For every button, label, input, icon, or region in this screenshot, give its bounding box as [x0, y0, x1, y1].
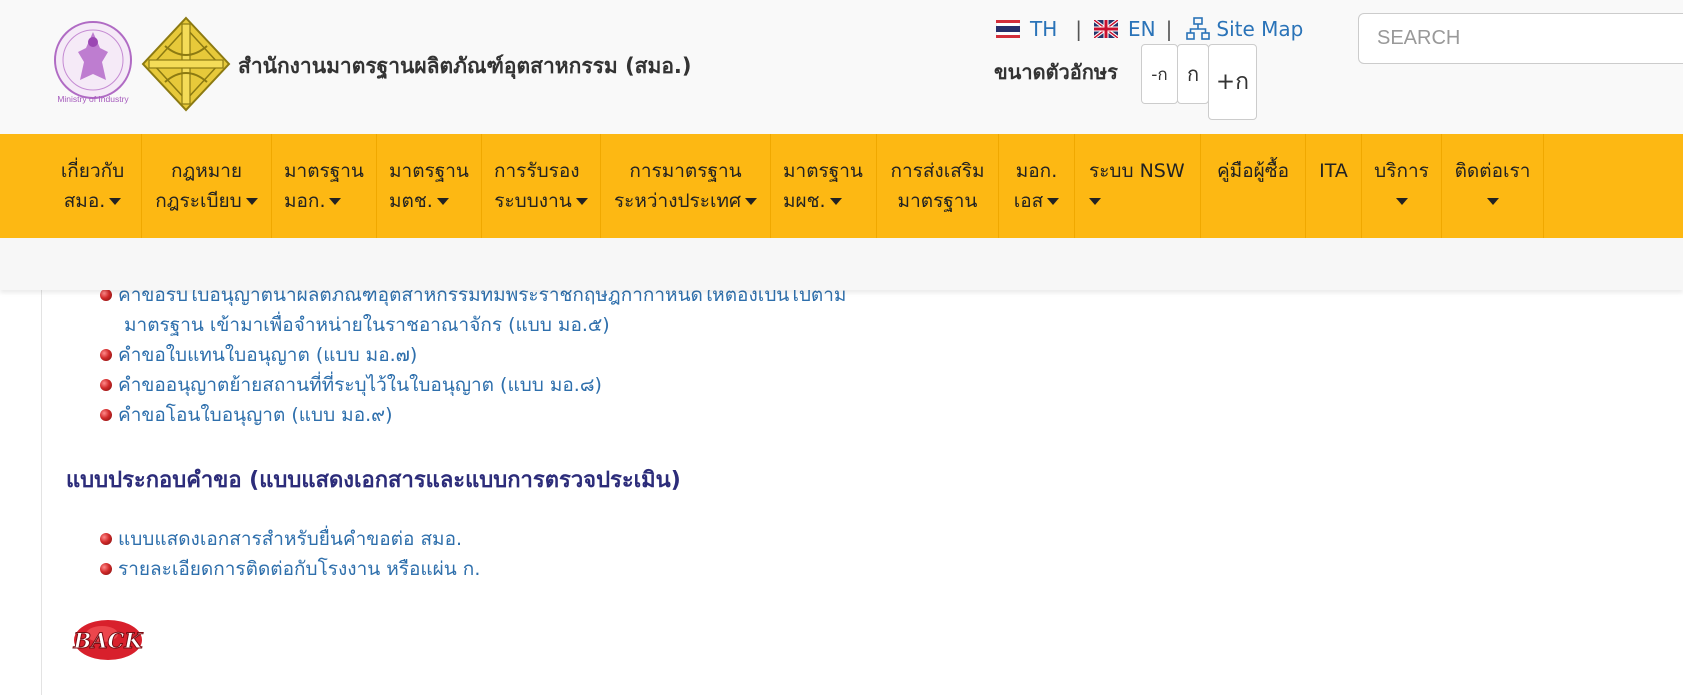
nav-item-ita[interactable]: ITA — [1306, 134, 1362, 238]
content-border — [41, 290, 42, 695]
font-size-increase-button[interactable]: +ก — [1208, 44, 1257, 120]
nav-item-law[interactable]: กฎหมาย กฎระเบียบ — [142, 134, 272, 238]
list-item[interactable]: คำขอใบแทนใบอนุญาต (แบบ มอ.๗) — [100, 340, 846, 370]
caret-down-icon — [109, 198, 122, 205]
list-item[interactable]: รายละเอียดการติดต่อกับโรงงาน หรือแผ่น ก. — [100, 554, 480, 584]
caret-down-icon — [1395, 198, 1408, 205]
main-navigation: เกี่ยวกับ สมอ. กฎหมาย กฎระเบียบ มาตรฐาน … — [0, 134, 1683, 238]
lang-th-link[interactable]: TH — [1030, 17, 1057, 41]
form-link[interactable]: คำขอใบแทนใบอนุญาต (แบบ มอ.๗) — [118, 344, 417, 366]
bullet-icon — [100, 289, 112, 301]
caret-down-icon — [329, 198, 342, 205]
svg-text:BACK: BACK — [72, 628, 143, 653]
caret-down-icon — [245, 198, 258, 205]
nav-item-tis-s[interactable]: มอก. เอส — [999, 134, 1075, 238]
font-size-decrease-button[interactable]: -ก — [1141, 44, 1178, 104]
thai-flag-icon[interactable] — [996, 20, 1020, 38]
form-link[interactable]: คำขออนุญาตย้ายสถานที่ที่ระบุไว้ในใบอนุญา… — [118, 374, 602, 396]
font-size-label: ขนาดตัวอักษร — [994, 60, 1118, 84]
back-button[interactable]: BACK — [72, 618, 144, 662]
list-item[interactable]: คำขอโอนใบอนุญาต (แบบ มอ.๙) — [100, 400, 846, 430]
bullet-icon — [100, 533, 112, 545]
sub-navigation-bar — [0, 238, 1683, 290]
bullet-icon — [100, 349, 112, 361]
form-link[interactable]: รายละเอียดการติดต่อกับโรงงาน หรือแผ่น ก. — [118, 558, 480, 580]
nav-item-tcs-standard[interactable]: มาตรฐาน มตช. — [377, 134, 482, 238]
nav-item-accreditation[interactable]: การรับรอง ระบบงาน — [482, 134, 601, 238]
nav-item-about[interactable]: เกี่ยวกับ สมอ. — [44, 134, 142, 238]
caret-down-icon — [829, 198, 842, 205]
supporting-forms-list: แบบแสดงเอกสารสำหรับยื่นคำขอต่อ สมอ. รายล… — [100, 524, 480, 584]
list-item[interactable]: คำขออนุญาตย้ายสถานที่ที่ระบุไว้ในใบอนุญา… — [100, 370, 846, 400]
caret-down-icon — [1089, 198, 1101, 205]
uk-flag-icon[interactable] — [1094, 20, 1119, 38]
site-header: Ministry of Industry สำนักงานมาตรฐานผลิต… — [0, 0, 1683, 134]
list-item[interactable]: แบบแสดงเอกสารสำหรับยื่นคำขอต่อ สมอ. — [100, 524, 480, 554]
caret-down-icon — [1047, 198, 1060, 205]
svg-text:Ministry of Industry: Ministry of Industry — [57, 94, 129, 104]
lang-en-link[interactable]: EN — [1128, 17, 1156, 41]
ministry-of-industry-logo[interactable]: Ministry of Industry — [50, 18, 136, 106]
tisi-logo[interactable] — [141, 16, 231, 112]
lang-separator: | — [1165, 17, 1173, 41]
nav-item-tis-standard[interactable]: มาตรฐาน มอก. — [272, 134, 377, 238]
caret-down-icon — [1486, 198, 1499, 205]
organization-name: สำนักงานมาตรฐานผลิตภัณฑ์อุตสาหกรรม (สมอ.… — [238, 54, 692, 78]
caret-down-icon — [575, 198, 588, 205]
caret-down-icon — [436, 198, 449, 205]
sitemap-icon[interactable] — [1186, 17, 1211, 41]
nav-item-contact[interactable]: ติดต่อเรา — [1442, 134, 1544, 238]
nav-item-international-standard[interactable]: การมาตรฐาน ระหว่างประเทศ — [601, 134, 771, 238]
lang-separator: | — [1075, 17, 1083, 41]
nav-item-buyer-guide[interactable]: คู่มือผู้ซื้อ — [1201, 134, 1306, 238]
section-title: แบบประกอบคำขอ (แบบแสดงเอกสารและแบบการตรว… — [66, 468, 681, 493]
nav-item-standard-promotion[interactable]: การส่งเสริม มาตรฐาน — [877, 134, 999, 238]
nav-item-nsw-system[interactable]: ระบบ NSW — [1075, 134, 1201, 238]
application-forms-list: คำขอรับใบอนุญาตนำผลิตภัณฑ์อุตสาหกรรมที่ม… — [100, 280, 846, 430]
nav-item-services[interactable]: บริการ — [1362, 134, 1442, 238]
bullet-icon — [100, 563, 112, 575]
bullet-icon — [100, 379, 112, 391]
nav-item-community-standard[interactable]: มาตรฐาน มผช. — [771, 134, 877, 238]
search-input[interactable] — [1358, 13, 1683, 64]
form-link[interactable]: แบบแสดงเอกสารสำหรับยื่นคำขอต่อ สมอ. — [118, 528, 462, 550]
form-link[interactable]: คำขอโอนใบอนุญาต (แบบ มอ.๙) — [118, 404, 392, 426]
bullet-icon — [100, 409, 112, 421]
font-size-normal-button[interactable]: ก — [1177, 44, 1209, 104]
language-switcher: TH | EN | Site Map — [996, 14, 1303, 44]
sitemap-link[interactable]: Site Map — [1216, 17, 1303, 41]
caret-down-icon — [745, 198, 758, 205]
